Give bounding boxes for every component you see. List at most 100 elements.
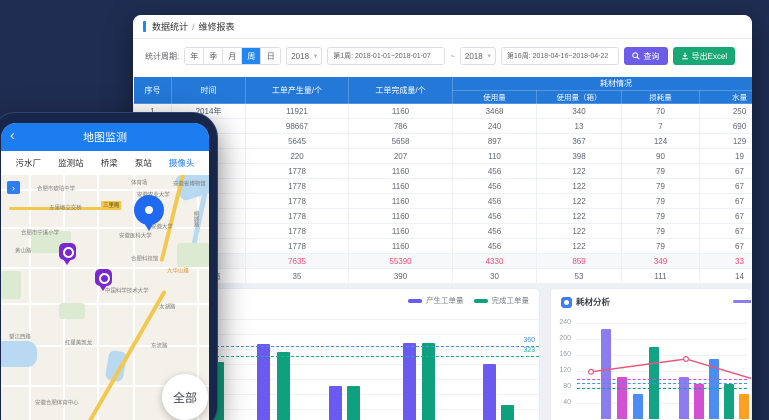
location-pin-marker[interactable]	[134, 195, 164, 225]
bar-generated	[403, 343, 416, 420]
table-cell: 1160	[349, 179, 453, 194]
map-place-label: 安徽医科大学	[119, 232, 152, 239]
page-background: 数据统计 / 维修报表 统计周期: 年季月周日 2018▾ 第1周: 2018-…	[0, 0, 769, 420]
phone-tab[interactable]: 监测站	[58, 157, 84, 169]
legend-label: 产生工单量	[426, 295, 464, 306]
search-button[interactable]: 查询	[624, 47, 668, 65]
legend-label: 完成工单量	[492, 295, 530, 306]
table-cell: 110	[453, 149, 537, 164]
bar	[709, 359, 719, 419]
map-view[interactable]: › 三里庵 全部 合肥市琥珀中学体育场安徽农业大学安徽省博物馆五里墩立交桥桐城路…	[1, 175, 209, 420]
table-cell: 390	[349, 269, 453, 284]
period-segment: 年季月周日	[184, 47, 281, 65]
table-cell: 79	[622, 224, 700, 239]
table-cell: 398	[537, 149, 622, 164]
map-place-label: 合肥市琥珀中学	[37, 185, 75, 192]
table-cell: 786	[349, 119, 453, 134]
reference-line	[577, 388, 747, 389]
year-to-select[interactable]: 2018▾	[460, 47, 496, 65]
table-cell: 240	[453, 119, 537, 134]
table-cell: 90	[622, 149, 700, 164]
range-to-input[interactable]: 第16周: 2018-04-16~2018-04-22	[501, 47, 619, 65]
table-cell: 220	[246, 149, 349, 164]
bar-completed	[347, 386, 360, 420]
phone-mockup: ‹ 地图监测 污水厂 监测站 桥梁 泵站 摄像头	[0, 112, 218, 420]
phone-tab[interactable]: 摄像头	[169, 157, 195, 169]
bar-completed	[422, 343, 435, 420]
breadcrumb-section[interactable]: 数据统计	[152, 20, 188, 33]
filter-bar: 统计周期: 年季月周日 2018▾ 第1周: 2018-01-01~2018-0…	[133, 39, 752, 73]
table-cell: 122	[537, 209, 622, 224]
phone-tab[interactable]: 污水厂	[16, 157, 42, 169]
map-road	[63, 175, 65, 420]
period-option[interactable]: 季	[204, 48, 223, 64]
table-cell: 79	[622, 194, 700, 209]
camera-marker[interactable]	[59, 243, 76, 260]
back-icon[interactable]: ‹	[10, 127, 15, 144]
year-from-select[interactable]: 2018▾	[286, 47, 322, 65]
table-row: 177811604561227967	[134, 224, 753, 239]
column-header: 工单产生量/个	[246, 77, 349, 104]
table-cell: 456	[453, 164, 537, 179]
period-option[interactable]: 年	[185, 48, 204, 64]
table-cell: 7	[622, 119, 700, 134]
table-row: 177811604561227967	[134, 164, 753, 179]
table-row: 12014年119211160346834070250	[134, 104, 753, 119]
table-cell: 122	[537, 224, 622, 239]
gridline	[577, 323, 747, 324]
table-cell: 79	[622, 239, 700, 254]
map-road	[97, 175, 99, 420]
table-cell: 1778	[246, 164, 349, 179]
sub-column-header: 使用量	[453, 91, 537, 104]
map-expand-button[interactable]: ›	[7, 181, 20, 194]
y-axis-tick: 240	[551, 319, 571, 326]
table-cell: 456	[453, 224, 537, 239]
period-option[interactable]: 日	[261, 48, 280, 64]
map-place-label: 合肥市宁溪小学	[21, 229, 59, 236]
table-cell: 33	[700, 254, 753, 269]
table-cell: 7635	[246, 254, 349, 269]
camera-marker[interactable]	[95, 269, 112, 286]
average-row: 平均值35390305311114	[134, 269, 753, 284]
chevron-down-icon: ▾	[487, 52, 491, 60]
bar	[694, 384, 704, 419]
legend-item: 产生工单量	[408, 295, 464, 306]
table-cell: 859	[537, 254, 622, 269]
phone-header: ‹ 地图监测	[1, 123, 209, 151]
table-cell: 4330	[453, 254, 537, 269]
table-cell: 207	[349, 149, 453, 164]
table-cell: 1160	[349, 104, 453, 119]
bar-generated	[483, 364, 496, 420]
chart-title: 耗材分析	[561, 296, 610, 308]
export-excel-button[interactable]: 导出Excel	[673, 47, 735, 65]
range-from-input[interactable]: 第1周: 2018-01-01~2018-01-07	[327, 47, 445, 65]
table-cell: 14	[700, 269, 753, 284]
chart-legend: 产生工单量 完成工单量	[408, 295, 529, 306]
table-cell: 30	[453, 269, 537, 284]
reference-line	[577, 383, 747, 384]
range-separator: ~	[450, 52, 455, 61]
map-place-label: 安徽大学	[151, 223, 173, 230]
map-place-label: 中国科学技术大学	[105, 287, 149, 294]
table-cell: 70	[622, 104, 700, 119]
map-all-button[interactable]: 全部	[162, 374, 208, 420]
table-header-row: 序号时间工单产生量/个工单完成量/个耗材情况	[134, 77, 753, 91]
phone-tab[interactable]: 泵站	[135, 157, 152, 169]
table-cell: 456	[453, 179, 537, 194]
y-axis-tick: 80	[551, 383, 571, 390]
period-option[interactable]: 周	[242, 48, 261, 64]
table-cell: 1160	[349, 164, 453, 179]
table-row: 177811604561227967	[134, 179, 753, 194]
map-park	[177, 243, 209, 267]
phone-tab[interactable]: 桥梁	[101, 157, 118, 169]
sub-column-header: 损耗量	[622, 91, 700, 104]
table-row: 177811604561227967	[134, 194, 753, 209]
table-cell: 67	[700, 209, 753, 224]
table-cell: 5658	[349, 134, 453, 149]
table-cell: 122	[537, 239, 622, 254]
table-row: 2202071103989019	[134, 149, 753, 164]
y-axis-tick: 40	[551, 399, 571, 406]
period-option[interactable]: 月	[223, 48, 242, 64]
table-cell: 1160	[349, 209, 453, 224]
period-label: 统计周期:	[145, 51, 179, 62]
